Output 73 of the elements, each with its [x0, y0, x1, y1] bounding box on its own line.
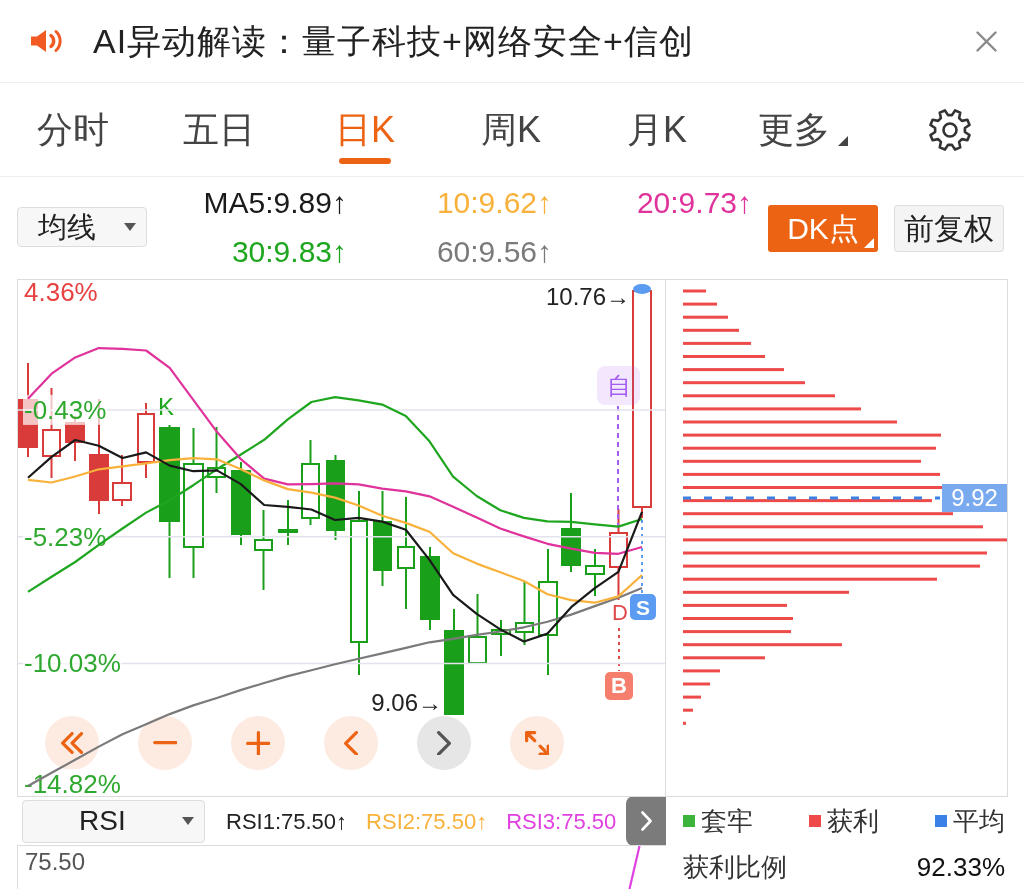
- caret-icon: [182, 817, 194, 825]
- candle-label: K: [158, 395, 174, 419]
- chip-bar: [683, 328, 739, 332]
- chevron-right-icon: [640, 811, 652, 831]
- rsi-value: RSI1:75.50↑: [226, 807, 348, 836]
- dashed-guide-line: [618, 627, 620, 672]
- option-button[interactable]: 前复权: [894, 205, 1004, 252]
- legend-value: 10:9.62↑: [435, 186, 552, 220]
- chevron-right-icon: [437, 730, 451, 756]
- caret-icon: [124, 223, 136, 231]
- legend-label: 套牢: [701, 804, 753, 838]
- candlestick: [207, 426, 226, 494]
- scroll-to-start-button[interactable]: [45, 716, 99, 770]
- settings-icon[interactable]: [928, 107, 972, 152]
- caret-icon: [838, 136, 848, 146]
- chip-bar: [683, 341, 751, 345]
- candlestick: [491, 619, 511, 657]
- candlestick: [112, 454, 132, 507]
- legend-value: 30:9.83↑: [230, 235, 347, 269]
- chip-bar: [683, 302, 717, 306]
- chip-bar: [683, 682, 710, 686]
- ratio-value: 92.33%: [916, 850, 1005, 884]
- y-tick-label: -0.43%: [24, 394, 107, 425]
- minus-icon: [152, 741, 178, 745]
- signal-letter[interactable]: D: [612, 600, 628, 626]
- double-chevron-left-icon: [60, 731, 84, 755]
- tab[interactable]: 分时: [0, 83, 146, 176]
- legend-value: MA5:9.89↑: [202, 186, 347, 220]
- rsi-value: RSI3:75.50: [506, 807, 617, 836]
- chevron-left-icon: [344, 730, 358, 756]
- tab[interactable]: 五日: [146, 83, 292, 176]
- y-tick-label: -5.23%: [24, 521, 107, 552]
- chip-bar: [683, 708, 693, 712]
- indicator-dropdown[interactable]: RSI: [22, 799, 205, 843]
- marker-dot-icon: [633, 284, 651, 294]
- close-icon[interactable]: [976, 30, 997, 52]
- legend-label: 平均: [953, 804, 1005, 838]
- tab[interactable]: 周K: [438, 83, 584, 176]
- panel-toggle-button[interactable]: [626, 796, 666, 846]
- candlestick: [468, 593, 487, 665]
- candlestick: [585, 548, 605, 597]
- previous-button[interactable]: [324, 716, 378, 770]
- candlestick: [515, 580, 534, 646]
- zoom-out-button[interactable]: [138, 716, 192, 770]
- rsi-value: RSI2:75.50↑: [366, 807, 488, 836]
- chip-bar: [683, 669, 720, 673]
- chip-bar: [683, 721, 686, 725]
- y-tick-label: -10.03%: [24, 648, 121, 679]
- fullscreen-button[interactable]: [510, 716, 564, 770]
- candlestick: [278, 499, 298, 546]
- y-tick-label: 4.36%: [24, 280, 98, 307]
- y-tick-label: -14.82%: [24, 769, 121, 796]
- tab[interactable]: 月K: [584, 83, 730, 176]
- legend-label: 获利: [827, 804, 879, 838]
- tab[interactable]: 更多: [730, 83, 876, 176]
- average-price-label: 9.92: [942, 484, 1007, 512]
- ratio-label: 获利比例: [683, 850, 787, 884]
- zoom-in-button[interactable]: [231, 716, 285, 770]
- banner-title: AI异动解读：量子科技+网络安全+信创: [93, 21, 694, 61]
- chip-bar: [683, 289, 706, 293]
- legend-value: 20:9.73↑: [635, 186, 752, 220]
- axis-label: 75.50: [25, 849, 86, 875]
- indicator-dropdown[interactable]: 均线: [17, 207, 147, 247]
- chip-bar: [683, 695, 701, 699]
- legend-value: 60:9.56↑: [435, 235, 552, 269]
- price-label: 9.06→: [371, 691, 442, 715]
- chip-bar: [683, 315, 728, 319]
- rsi-line: [628, 846, 641, 889]
- speaker-icon: [30, 29, 62, 53]
- corner-triangle-icon: [864, 238, 874, 248]
- plus-icon: [245, 730, 271, 756]
- expand-arrows-icon: [524, 730, 550, 756]
- price-label: 10.76→: [545, 285, 630, 309]
